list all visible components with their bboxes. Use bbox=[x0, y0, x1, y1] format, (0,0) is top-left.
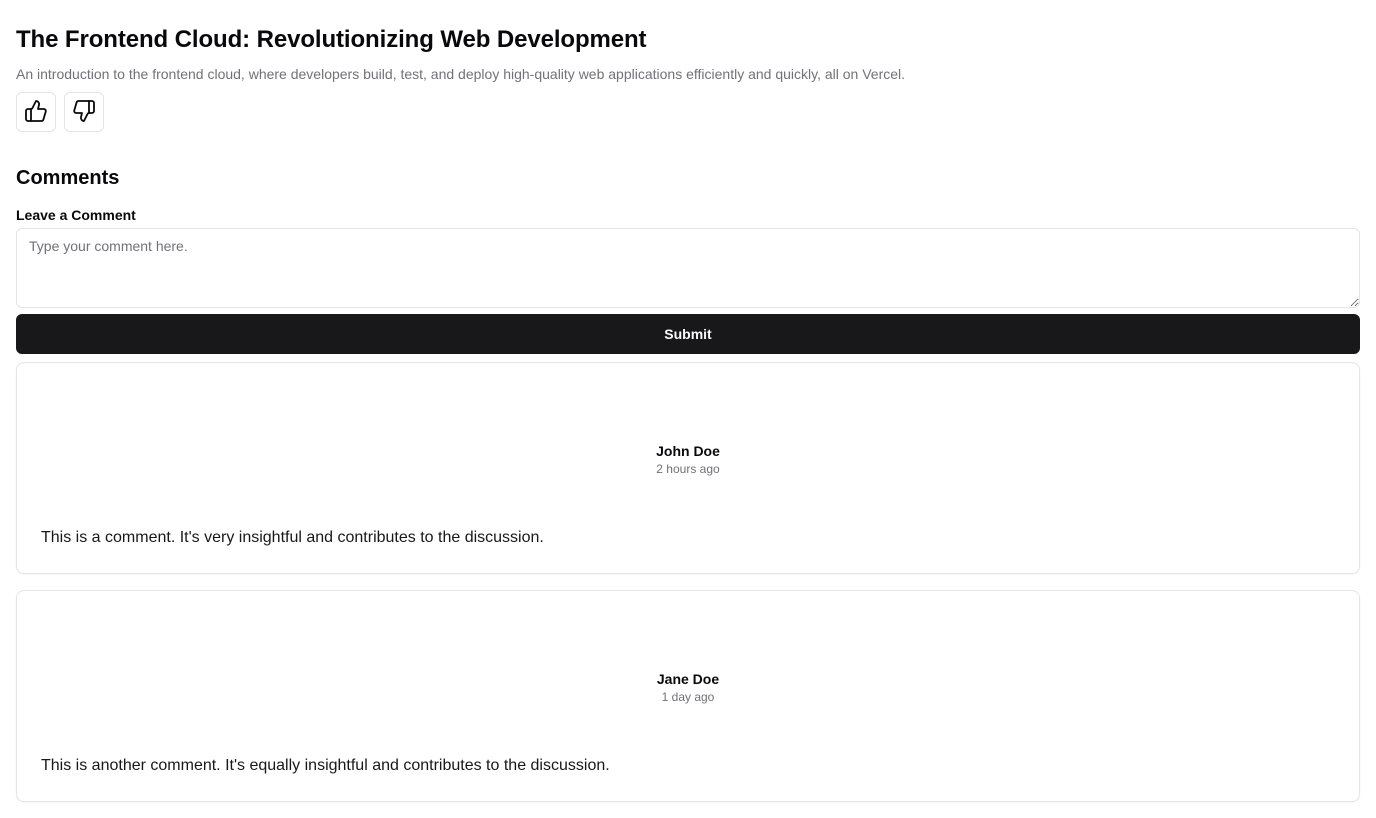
thumbs-down-icon bbox=[72, 99, 96, 126]
article-title: The Frontend Cloud: Revolutionizing Web … bbox=[16, 26, 647, 53]
comment-text: This is a comment. It's very insightful … bbox=[41, 529, 544, 546]
comment-card: John Doe 2 hours ago This is a comment. … bbox=[16, 362, 1360, 574]
comment-author-name: John Doe bbox=[656, 443, 720, 459]
page: The Frontend Cloud: Revolutionizing Web … bbox=[0, 0, 1376, 818]
comment-author-block: John Doe 2 hours ago bbox=[17, 442, 1359, 477]
comment-author-block: Jane Doe 1 day ago bbox=[17, 670, 1359, 705]
like-button[interactable] bbox=[16, 92, 56, 132]
comment-text: This is another comment. It's equally in… bbox=[41, 757, 610, 774]
comment-field-label: Leave a Comment bbox=[16, 207, 136, 223]
comments-heading: Comments bbox=[16, 167, 120, 189]
thumbs-up-icon bbox=[24, 99, 48, 126]
vote-buttons bbox=[16, 92, 104, 132]
dislike-button[interactable] bbox=[64, 92, 104, 132]
comment-timestamp: 1 day ago bbox=[661, 690, 715, 704]
comment-card: Jane Doe 1 day ago This is another comme… bbox=[16, 590, 1360, 802]
comment-textarea[interactable] bbox=[16, 228, 1360, 308]
article-description: An introduction to the frontend cloud, w… bbox=[16, 66, 906, 82]
comment-timestamp: 2 hours ago bbox=[656, 462, 720, 476]
submit-button[interactable]: Submit bbox=[16, 314, 1360, 354]
comment-author-name: Jane Doe bbox=[656, 671, 720, 687]
